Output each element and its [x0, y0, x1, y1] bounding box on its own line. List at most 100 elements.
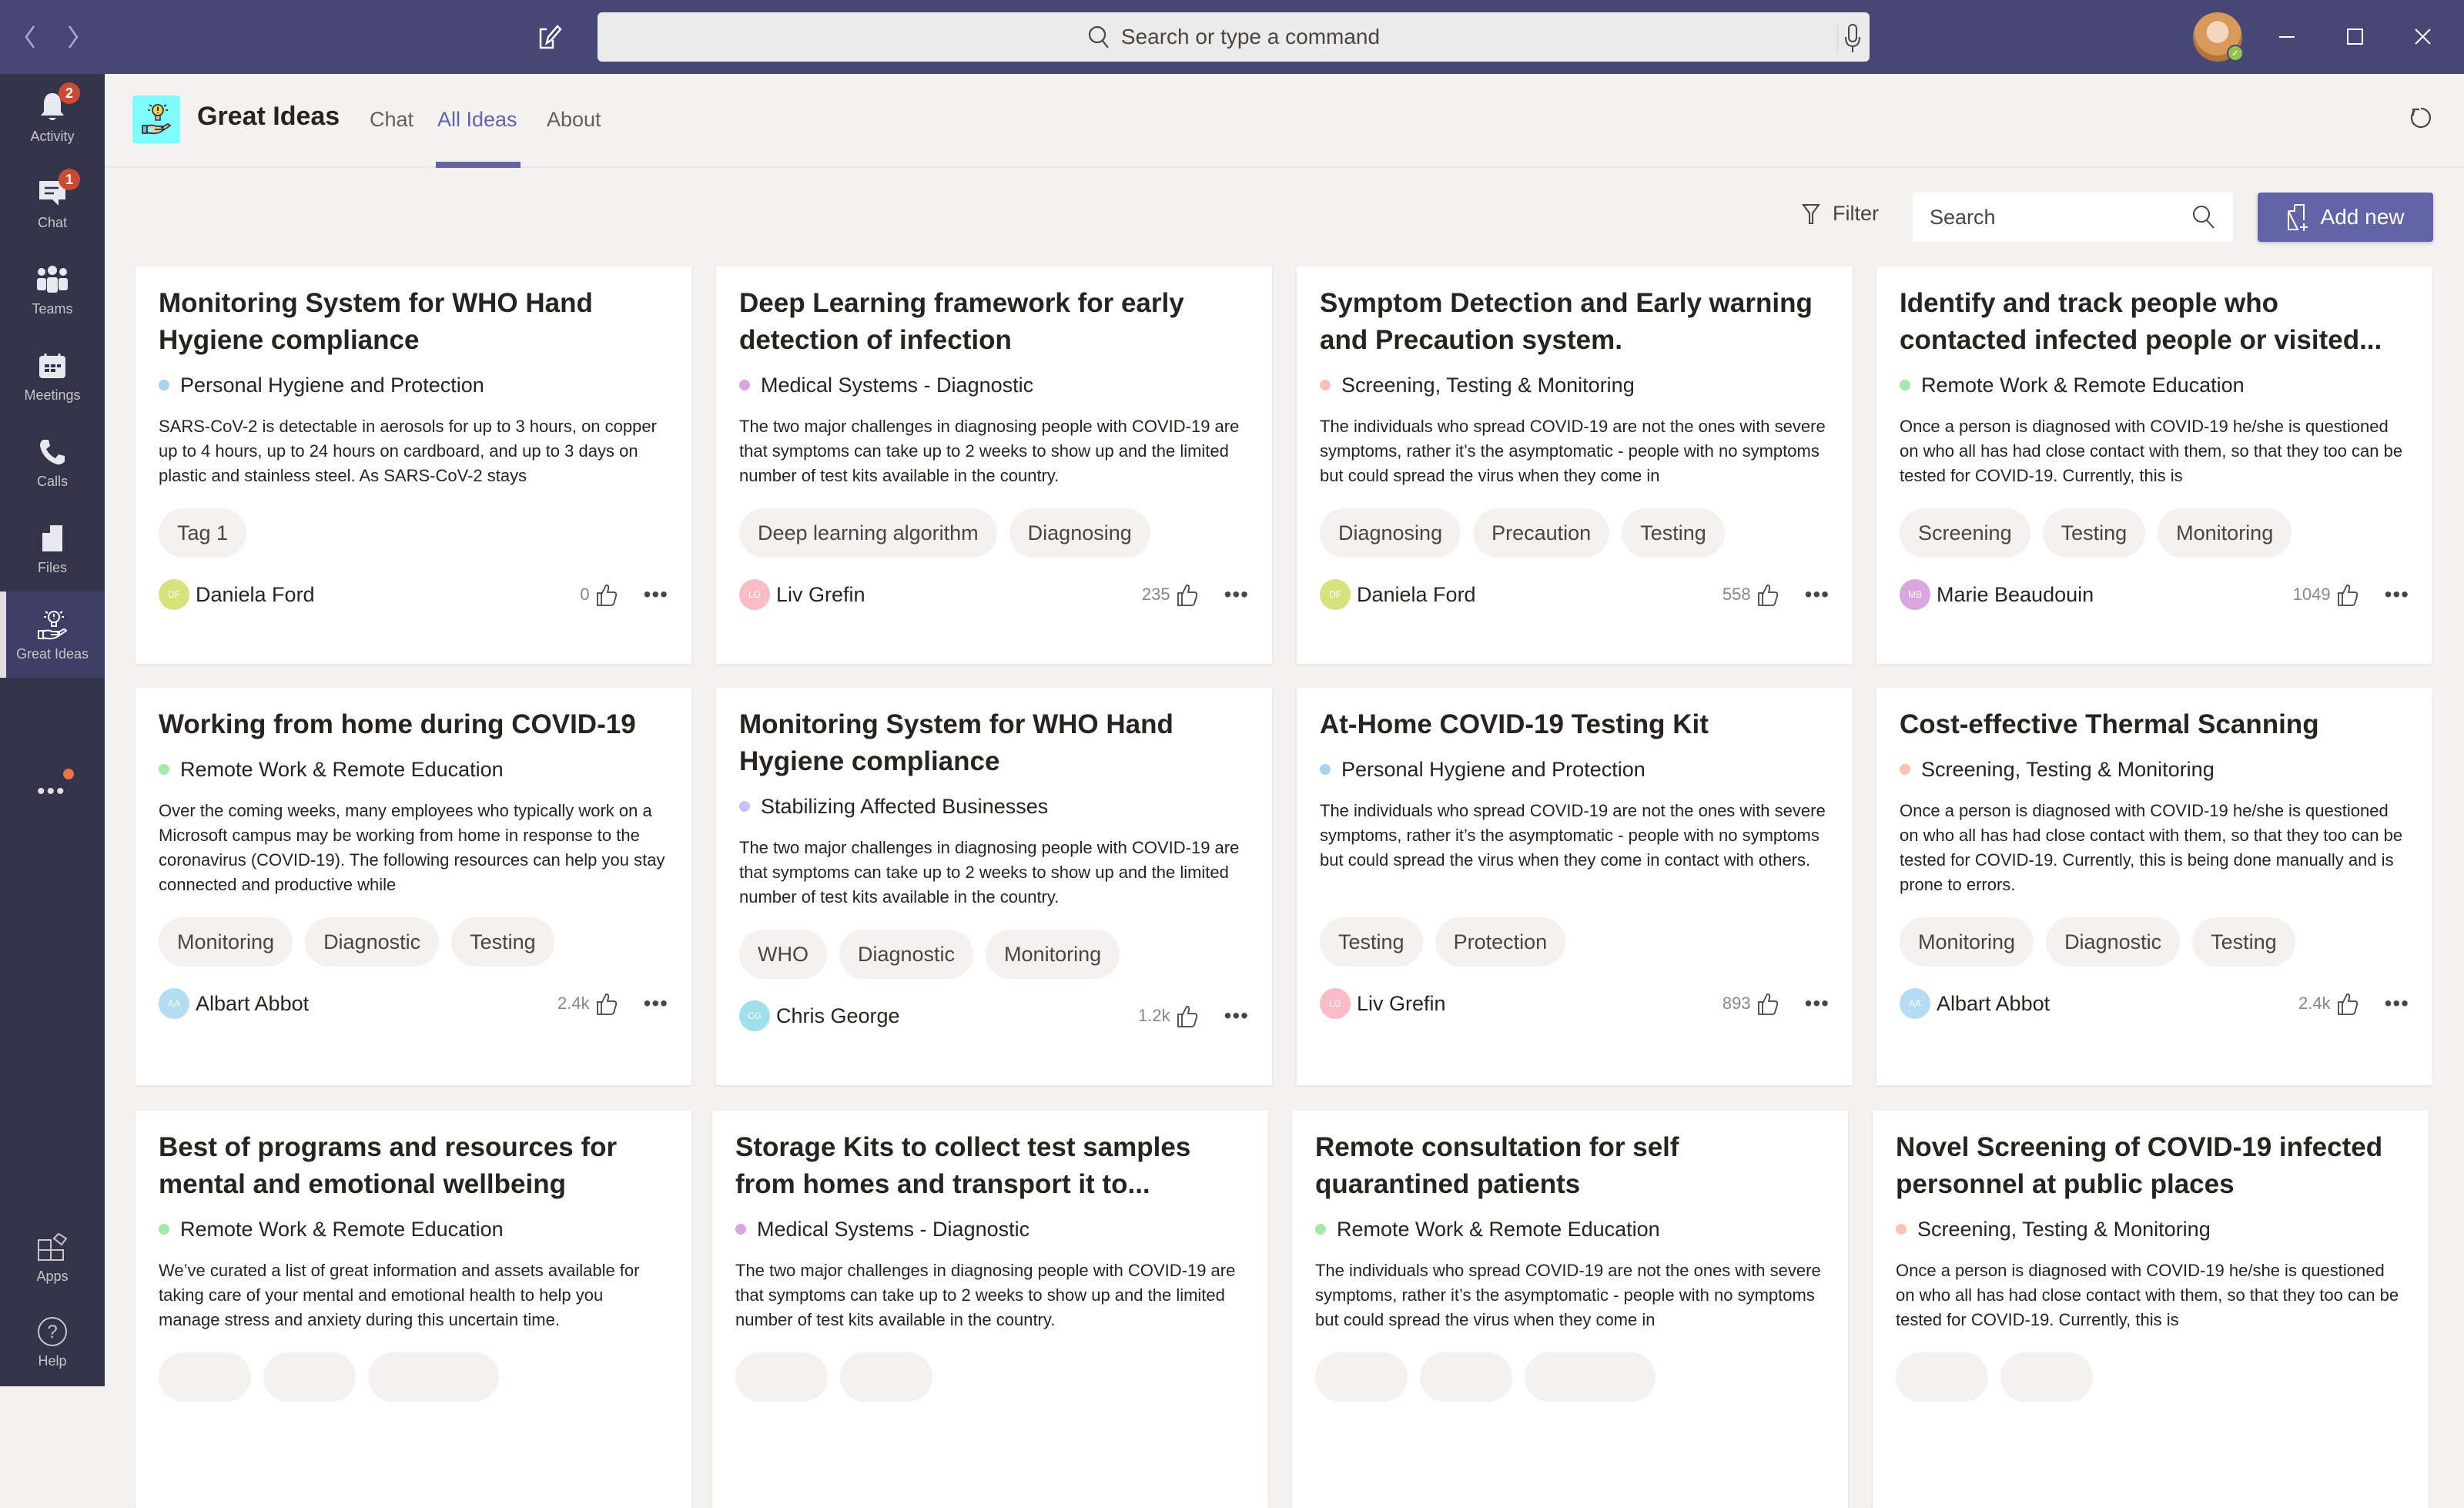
idea-card[interactable]: Deep Learning framework for early detect…: [716, 266, 1272, 664]
thumbs-up-icon[interactable]: [1175, 582, 1198, 607]
tag-chip[interactable]: WHO: [739, 930, 827, 979]
idea-card[interactable]: Working from home during COVID-19 Remote …: [136, 688, 691, 1085]
tag-chip[interactable]: [1896, 1352, 1988, 1402]
tag-chip[interactable]: Deep learning algorithm: [739, 508, 997, 558]
more-options-button[interactable]: •••: [1224, 1005, 1249, 1027]
tab-all-ideas[interactable]: All Ideas: [437, 108, 517, 132]
tag-chip[interactable]: Diagnosing: [1009, 508, 1150, 558]
author-name[interactable]: Liv Grefin: [776, 583, 1142, 607]
thumbs-up-icon[interactable]: [594, 582, 618, 607]
more-options-button[interactable]: •••: [1805, 993, 1830, 1014]
idea-title[interactable]: Symptom Detection and Early warning and …: [1320, 285, 1830, 359]
rail-item-activity[interactable]: 2 Activity: [0, 74, 105, 160]
idea-card[interactable]: Storage Kits to collect test samples fro…: [712, 1111, 1268, 1508]
ideas-search-box[interactable]: [1913, 193, 2233, 242]
tag-chip[interactable]: Monitoring: [986, 930, 1120, 979]
minimize-button[interactable]: [2279, 22, 2310, 52]
idea-card[interactable]: Remote consultation for self quarantined…: [1292, 1111, 1848, 1508]
rail-item-files[interactable]: Files: [0, 505, 105, 591]
idea-title[interactable]: At-Home COVID-19 Testing Kit: [1320, 706, 1830, 743]
search-icon[interactable]: [2191, 204, 2216, 230]
tag-chip[interactable]: Diagnostic: [2046, 917, 2181, 967]
author-name[interactable]: Liv Grefin: [1357, 992, 1722, 1016]
tag-chip[interactable]: [1315, 1352, 1408, 1402]
tag-chip[interactable]: Testing: [2192, 917, 2295, 967]
idea-card[interactable]: Monitoring System for WHO Hand Hygiene c…: [716, 688, 1272, 1085]
idea-title[interactable]: Working from home during COVID-19: [159, 706, 668, 743]
thumbs-up-icon[interactable]: [594, 991, 618, 1016]
idea-title[interactable]: Novel Screening of COVID-19 infected per…: [1896, 1129, 2405, 1203]
tag-chip[interactable]: Precaution: [1473, 508, 1610, 558]
idea-title[interactable]: Best of programs and resources for menta…: [159, 1129, 668, 1203]
author-avatar[interactable]: DF: [1320, 579, 1351, 610]
idea-title[interactable]: Storage Kits to collect test samples fro…: [735, 1129, 1245, 1203]
author-avatar[interactable]: AA: [1900, 988, 1930, 1019]
tag-chip[interactable]: Testing: [451, 917, 554, 967]
author-avatar[interactable]: CG: [739, 1000, 770, 1031]
close-button[interactable]: [2415, 22, 2446, 52]
idea-title[interactable]: Identify and track people who contacted …: [1900, 285, 2409, 359]
tag-chip[interactable]: Screening: [1900, 508, 2030, 558]
rail-item-meetings[interactable]: Meetings: [0, 333, 105, 419]
author-name[interactable]: Daniela Ford: [1357, 583, 1722, 607]
rail-item-great-ideas[interactable]: Great Ideas: [0, 591, 105, 678]
more-options-button[interactable]: •••: [2385, 584, 2409, 605]
microphone-button[interactable]: [1837, 23, 1860, 54]
idea-card[interactable]: Monitoring System for WHO Hand Hygiene c…: [136, 266, 691, 664]
more-apps-button[interactable]: •••: [37, 780, 66, 803]
maximize-button[interactable]: [2347, 22, 2378, 52]
tag-chip[interactable]: [368, 1352, 499, 1402]
idea-card[interactable]: At-Home COVID-19 Testing Kit Personal Hyg…: [1297, 688, 1853, 1085]
tag-chip[interactable]: Testing: [2042, 508, 2146, 558]
tag-chip[interactable]: Monitoring: [2158, 508, 2292, 558]
author-name[interactable]: Albart Abbot: [1937, 992, 2298, 1016]
idea-card[interactable]: Symptom Detection and Early warning and …: [1297, 266, 1853, 664]
add-new-button[interactable]: Add new: [2258, 193, 2433, 242]
rail-item-calls[interactable]: Calls: [0, 419, 105, 505]
tag-chip[interactable]: [1525, 1352, 1656, 1402]
thumbs-up-icon[interactable]: [1756, 582, 1779, 607]
more-options-button[interactable]: •••: [1805, 584, 1830, 605]
author-name[interactable]: Daniela Ford: [196, 583, 580, 607]
idea-title[interactable]: Monitoring System for WHO Hand Hygiene c…: [159, 285, 668, 359]
idea-card[interactable]: Novel Screening of COVID-19 infected per…: [1873, 1111, 2429, 1508]
idea-card[interactable]: Best of programs and resources for menta…: [136, 1111, 691, 1508]
author-avatar[interactable]: MB: [1900, 579, 1930, 610]
author-name[interactable]: Marie Beaudouin: [1937, 583, 2293, 607]
more-options-button[interactable]: •••: [1224, 584, 1249, 605]
compose-button[interactable]: [536, 23, 564, 51]
more-options-button[interactable]: •••: [644, 993, 668, 1014]
thumbs-up-icon[interactable]: [1175, 1004, 1198, 1028]
thumbs-up-icon[interactable]: [1756, 991, 1779, 1016]
author-name[interactable]: Chris George: [776, 1004, 1138, 1028]
back-button[interactable]: [18, 23, 42, 51]
tab-chat[interactable]: Chat: [370, 108, 413, 132]
tag-chip[interactable]: Diagnostic: [839, 930, 974, 979]
filter-button[interactable]: Filter: [1802, 202, 1879, 226]
idea-card[interactable]: Identify and track people who contacted …: [1876, 266, 2432, 664]
more-options-button[interactable]: •••: [2385, 993, 2409, 1014]
command-search-bar[interactable]: Search or type a command: [598, 12, 1870, 62]
tab-about[interactable]: About: [547, 108, 601, 132]
tag-chip[interactable]: [2000, 1352, 2093, 1402]
tag-chip[interactable]: [840, 1352, 932, 1402]
refresh-button[interactable]: [2407, 105, 2435, 132]
author-avatar[interactable]: LG: [739, 579, 770, 610]
tag-chip[interactable]: Testing: [1320, 917, 1423, 967]
tag-chip[interactable]: [159, 1352, 251, 1402]
tag-chip[interactable]: Monitoring: [1900, 917, 2034, 967]
author-avatar[interactable]: LG: [1320, 988, 1351, 1019]
idea-card[interactable]: Cost-effective Thermal Scanning Screening…: [1876, 688, 2432, 1085]
author-avatar[interactable]: AA: [159, 988, 189, 1019]
idea-title[interactable]: Remote consultation for self quarantined…: [1315, 1129, 1825, 1203]
author-avatar[interactable]: DF: [159, 579, 189, 610]
tag-chip[interactable]: Diagnosing: [1320, 508, 1461, 558]
rail-item-apps[interactable]: Apps: [0, 1214, 105, 1300]
tag-chip[interactable]: [735, 1352, 828, 1402]
rail-item-chat[interactable]: 1 Chat: [0, 160, 105, 246]
tag-chip[interactable]: Monitoring: [159, 917, 293, 967]
thumbs-up-icon[interactable]: [2335, 582, 2359, 607]
idea-title[interactable]: Cost-effective Thermal Scanning: [1900, 706, 2409, 743]
forward-button[interactable]: [62, 23, 85, 51]
tag-chip[interactable]: Testing: [1622, 508, 1725, 558]
